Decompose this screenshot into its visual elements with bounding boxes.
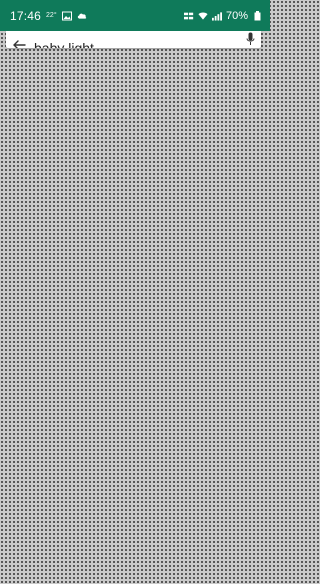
gallery-icon	[61, 11, 72, 21]
battery-percentage: 70%	[225, 9, 248, 22]
status-right: 70%	[183, 9, 262, 22]
battery-icon	[252, 10, 262, 21]
temperature-indicator: 22°	[46, 12, 57, 19]
wifi-icon	[198, 11, 208, 21]
volte-icon	[183, 11, 194, 21]
back-arrow-icon[interactable]	[12, 38, 26, 48]
signal-icon	[211, 11, 222, 21]
status-left: 17:46 22°	[10, 9, 87, 23]
search-bar[interactable]: baby light	[6, 31, 261, 48]
status-bar: 17:46 22° 70%	[0, 0, 270, 31]
cloud-icon	[77, 11, 87, 21]
microphone-icon[interactable]	[246, 32, 255, 46]
search-query-text[interactable]: baby light	[34, 40, 94, 49]
status-time: 17:46	[10, 8, 42, 23]
loading-overlay	[0, 48, 270, 584]
